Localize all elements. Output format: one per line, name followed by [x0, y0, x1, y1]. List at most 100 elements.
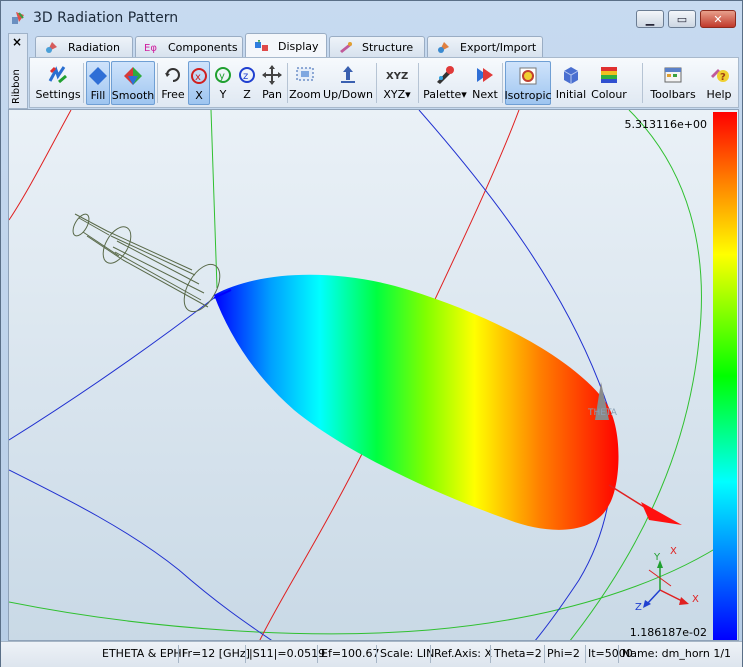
color-scale-max: 5.313116e+00 [624, 118, 707, 131]
rotate-y-button[interactable]: y Y [212, 61, 234, 105]
settings-button[interactable]: Settings [35, 61, 81, 105]
tab-display[interactable]: Display [245, 33, 327, 58]
palette-icon [437, 66, 454, 84]
radiation-lobe [214, 274, 619, 530]
triad-x-label-top: X [670, 546, 677, 557]
status-frequency: Fr=12 [GHz] [182, 647, 250, 660]
next-icon [477, 68, 493, 82]
x-label: X [195, 89, 203, 102]
main-window: 3D Radiation Pattern ▁ ▭ ✕ × Ribbon Radi… [0, 0, 743, 667]
status-name: Name: dm_horn 1/1 [622, 647, 732, 660]
blue-grid-curve-2 [9, 297, 215, 441]
isotropic-icon [519, 67, 537, 85]
zoom-label: Zoom [289, 88, 321, 101]
rotate-z-button[interactable]: z Z [236, 61, 258, 105]
ribbon-label: Ribbon [11, 69, 22, 104]
up-down-label: Up/Down [323, 88, 373, 101]
components-tab-icon: Eφ [144, 43, 157, 54]
maximize-icon: ▭ [676, 12, 688, 26]
xyz-dropdown-button[interactable]: XYZ XYZ▾ [379, 61, 415, 105]
tab-radiation-label: Radiation [68, 40, 120, 54]
initial-view-icon [563, 67, 579, 84]
dropdown-arrow-icon: ▾ [405, 88, 411, 101]
free-rotate-button[interactable]: Free [160, 61, 186, 105]
tab-structure[interactable]: Structure [329, 36, 425, 57]
palette-dropdown-button[interactable]: Palette▾ [421, 61, 469, 105]
toolbars-button[interactable]: Toolbars [650, 61, 696, 105]
ribbon-close-icon[interactable]: × [12, 35, 22, 49]
status-s11: |S11|=0.0519 [249, 647, 326, 660]
close-button[interactable]: ✕ [700, 10, 736, 28]
rotate-x-icon: x [191, 68, 207, 84]
display-tab-icon [255, 40, 268, 51]
fill-button[interactable]: Fill [86, 61, 110, 105]
rotate-z-icon: z [239, 67, 255, 83]
smooth-button[interactable]: Smooth [111, 61, 155, 105]
toolbars-icon [664, 67, 682, 83]
tab-components[interactable]: Eφ Components [135, 36, 243, 57]
horn-antenna [72, 213, 221, 313]
minimize-icon: ▁ [645, 12, 655, 26]
fill-label: Fill [90, 89, 106, 102]
tab-export-import[interactable]: Export/Import [427, 36, 543, 57]
app-icon [12, 12, 24, 24]
zoom-icon [296, 67, 314, 81]
up-down-button[interactable]: Up/Down [323, 61, 373, 105]
rotate-x-button[interactable]: x X [188, 61, 210, 105]
settings-label: Settings [35, 88, 81, 101]
pan-button[interactable]: Pan [260, 61, 284, 105]
tab-radiation[interactable]: Radiation [35, 36, 133, 57]
rotate-free-icon [165, 68, 180, 82]
title-bar: 3D Radiation Pattern ▁ ▭ ✕ [1, 1, 742, 33]
help-label: Help [706, 88, 732, 101]
3d-viewport[interactable]: THETA Y X X Z 5.313116e+00 1.186187e-02 [8, 109, 739, 641]
tab-export-import-label: Export/Import [460, 40, 537, 54]
z-label: Z [243, 88, 251, 101]
settings-icon [48, 66, 67, 84]
rotate-y-icon: y [215, 67, 231, 83]
colour-icon [601, 67, 617, 83]
triad-z-label: Z [635, 602, 642, 613]
xyz-icon-text: XYZ [386, 71, 408, 82]
svg-text:y: y [219, 71, 225, 82]
next-label: Next [472, 88, 498, 101]
window-title: 3D Radiation Pattern [33, 10, 179, 26]
radiation-tab-icon [46, 42, 57, 53]
svg-text:Eφ: Eφ [144, 43, 157, 54]
fill-icon [89, 67, 107, 85]
status-bar: ETHETA & EPHI Fr=12 [GHz] |S11|=0.0519 E… [1, 641, 742, 667]
display-toolbar: Settings Fill Smooth Free x X y Y z Z Pa… [29, 57, 739, 108]
tab-components-label: Components [168, 40, 238, 54]
structure-tab-icon [340, 42, 352, 53]
pan-label: Pan [262, 88, 282, 101]
smooth-icon [124, 67, 142, 85]
svg-text:x: x [195, 72, 201, 83]
green-grid-curve-3 [9, 539, 730, 635]
theta-marker-label: THETA [587, 408, 618, 418]
triad-y-label: Y [653, 552, 661, 563]
free-label: Free [161, 88, 185, 101]
minimize-button[interactable]: ▁ [636, 10, 664, 28]
red-grid-curve-1 [9, 110, 72, 221]
ribbon-panel-toggle[interactable]: × Ribbon [8, 33, 28, 109]
help-icon: ? [711, 69, 729, 83]
isotropic-label: Isotropic [504, 89, 552, 102]
palette-label-text: Palette [423, 88, 462, 101]
orientation-triad: Y X X Z [635, 546, 699, 613]
palette-dropdown-icon: ▾ [461, 88, 467, 101]
tab-display-label: Display [278, 39, 319, 53]
color-scale-bar [713, 112, 737, 640]
maximize-button[interactable]: ▭ [668, 10, 696, 28]
xyz-icon: XYZ [386, 71, 408, 82]
help-button[interactable]: ? Help [704, 61, 734, 105]
up-down-icon [341, 66, 355, 83]
xyz-label: XYZ▾ [383, 88, 410, 101]
initial-button[interactable]: Initial [554, 61, 588, 105]
status-ref-axis: Ref.Axis: X [434, 647, 493, 660]
status-ef: Ef=100.67 [321, 647, 380, 660]
export-import-tab-icon [438, 42, 449, 53]
next-button[interactable]: Next [470, 61, 500, 105]
isotropic-button[interactable]: Isotropic [504, 61, 552, 105]
colour-button[interactable]: Colour [590, 61, 628, 105]
zoom-button[interactable]: Zoom [289, 61, 321, 105]
